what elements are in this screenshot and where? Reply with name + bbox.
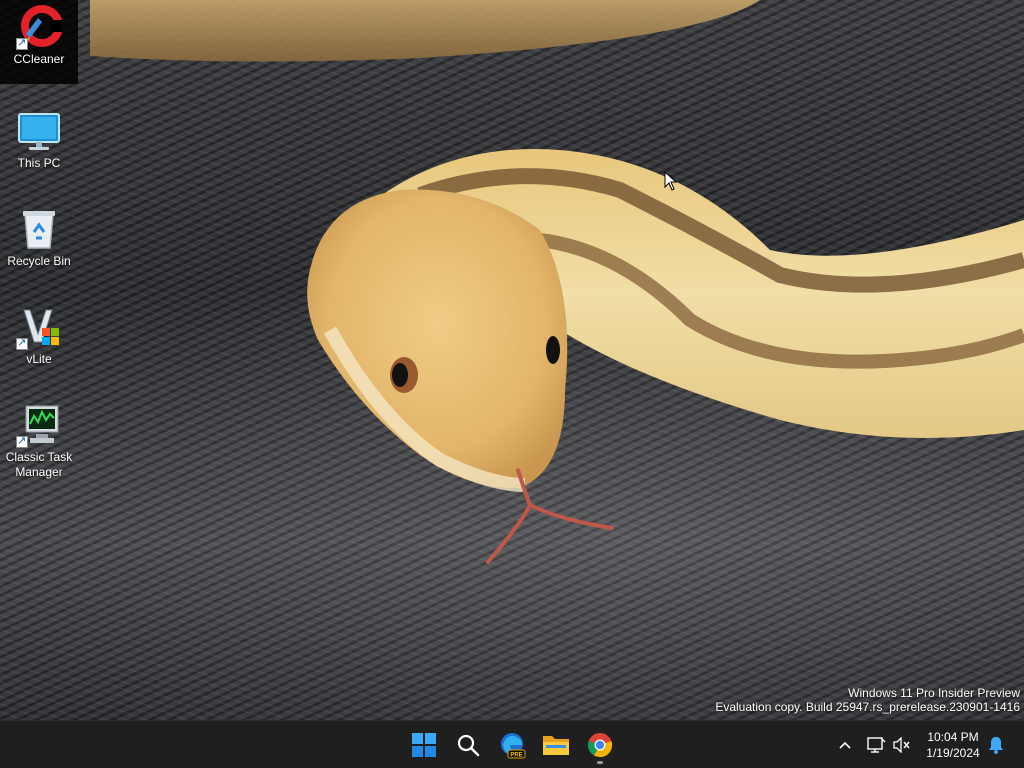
edge-preview-button[interactable]: PRE	[492, 725, 532, 765]
running-indicator	[597, 761, 603, 764]
clock-date: 1/19/2024	[926, 746, 980, 760]
mouse-pointer-icon	[664, 171, 678, 191]
notifications-button[interactable]	[984, 729, 1008, 761]
watermark-build: Evaluation copy. Build 25947.rs_prerelea…	[715, 700, 1020, 714]
chrome-button[interactable]	[580, 725, 620, 765]
desktop-icon-label: This PC	[17, 156, 61, 170]
recycle-bin-icon	[16, 206, 62, 252]
file-explorer-button[interactable]	[536, 725, 576, 765]
desktop-icon-label: CCleaner	[13, 52, 65, 66]
edge-pre-icon: PRE	[501, 733, 526, 759]
desktop[interactable]: CCleaner This PC Recycle Bin	[0, 0, 1024, 720]
chevron-up-icon	[839, 741, 851, 749]
clock[interactable]: 10:04 PM 1/19/2024	[916, 729, 990, 761]
desktop-icon-label: vLite	[26, 352, 52, 366]
shortcut-arrow-icon	[16, 36, 28, 50]
monitor-icon	[16, 108, 62, 154]
bell-icon	[989, 737, 1003, 754]
desktop-icon-classic-task-manager[interactable]: Classic Task Manager	[0, 398, 78, 480]
edge-pre-badge: PRE	[510, 753, 522, 759]
search-button[interactable]	[448, 725, 488, 765]
network-button[interactable]	[862, 729, 890, 761]
taskbar: PRE 10:04 PM 1/19/2024	[0, 720, 1024, 768]
watermark-edition: Windows 11 Pro Insider Preview	[848, 686, 1020, 700]
network-icon	[867, 737, 886, 753]
chrome-icon	[587, 733, 613, 758]
clock-time: 10:04 PM	[927, 730, 979, 744]
windows-watermark: Windows 11 Pro Insider Preview Evaluatio…	[715, 686, 1020, 714]
search-icon	[457, 734, 480, 757]
desktop-icon-label: Recycle Bin	[7, 254, 71, 268]
desktop-icon-vlite[interactable]: vLite	[0, 300, 78, 367]
ccleaner-icon	[16, 4, 63, 50]
windows-logo-icon	[412, 733, 436, 757]
show-hidden-icons-button[interactable]	[834, 729, 856, 761]
desktop-icon-ccleaner[interactable]: CCleaner	[0, 0, 78, 84]
desktop-icon-label: Classic Task Manager	[5, 450, 73, 479]
volume-muted-icon	[893, 737, 910, 753]
desktop-icon-recycle-bin[interactable]: Recycle Bin	[0, 202, 78, 269]
shortcut-arrow-icon	[16, 336, 28, 350]
wallpaper-snake-image	[90, 0, 1024, 564]
start-button[interactable]	[404, 725, 444, 765]
task-manager-icon	[16, 402, 62, 448]
desktop-icon-this-pc[interactable]: This PC	[0, 104, 78, 171]
shortcut-arrow-icon	[16, 434, 28, 448]
vlite-icon	[16, 304, 62, 350]
volume-button[interactable]	[890, 729, 914, 761]
folder-icon	[543, 736, 569, 755]
